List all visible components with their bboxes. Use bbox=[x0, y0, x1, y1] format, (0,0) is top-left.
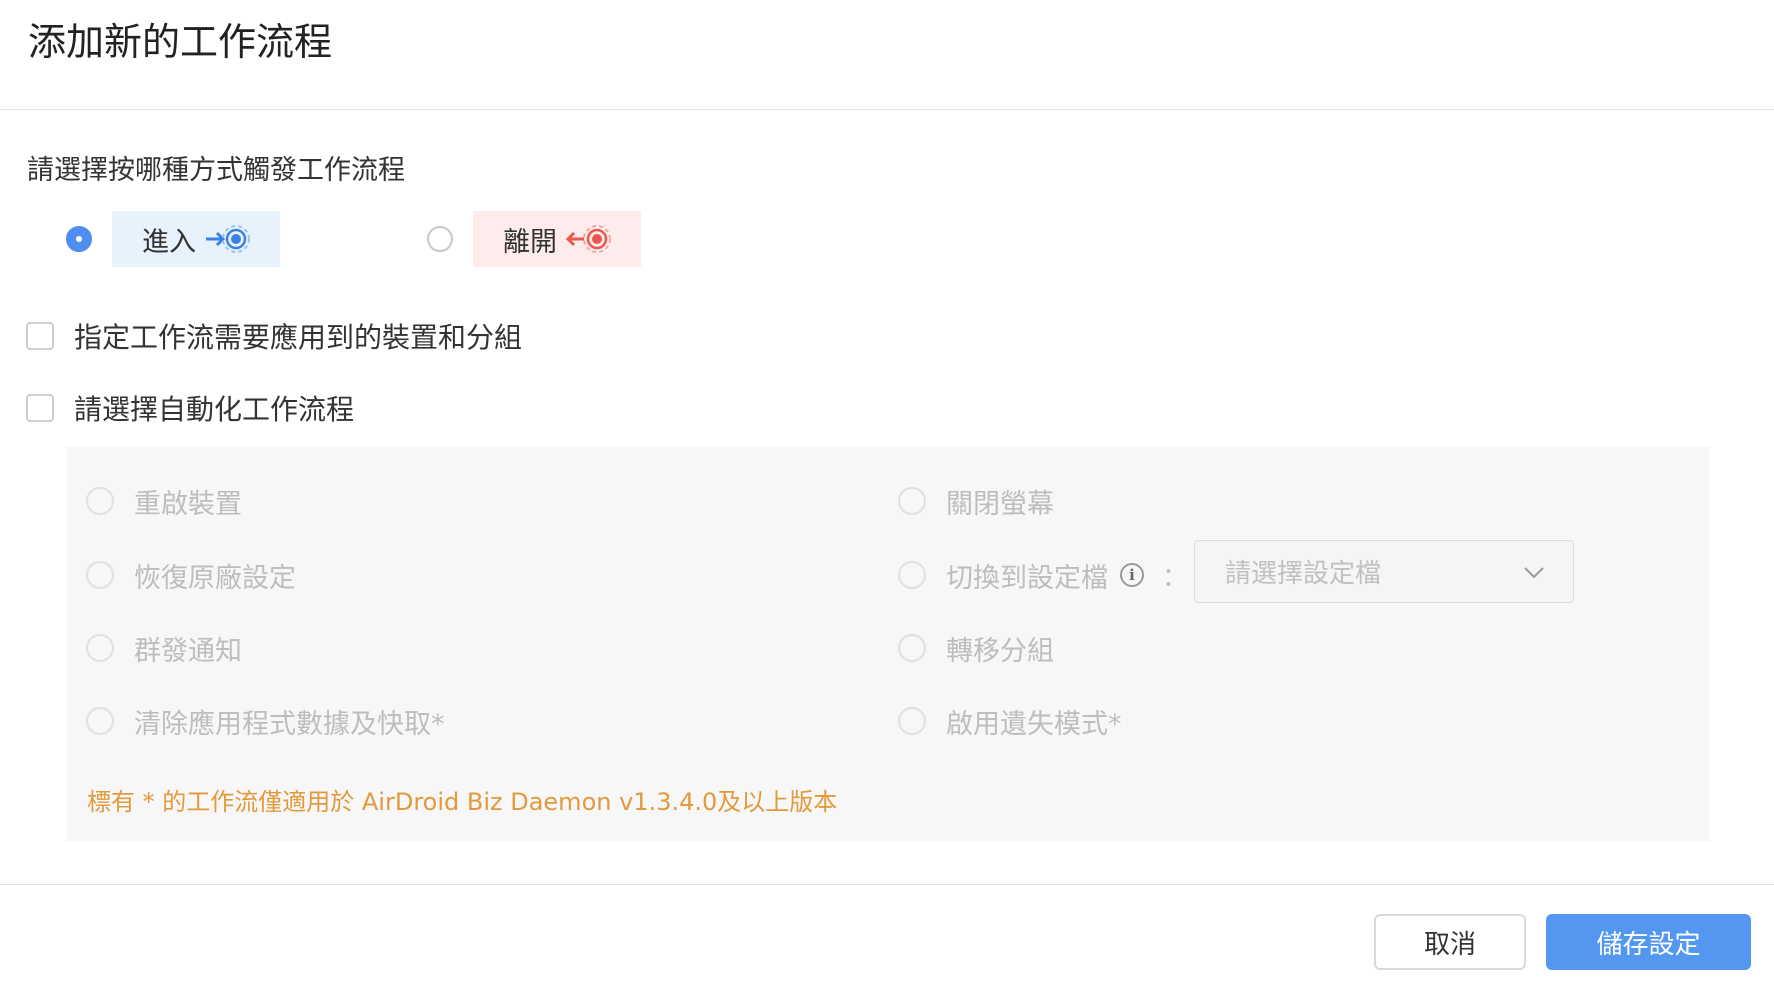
action-reboot-device[interactable]: 重啟裝置 bbox=[86, 481, 242, 521]
save-settings-button[interactable]: 儲存設定 bbox=[1546, 914, 1751, 970]
add-workflow-dialog: 添加新的工作流程 請選擇按哪種方式觸發工作流程 進入 離開 指定工作流需要應用到… bbox=[0, 0, 1774, 994]
action-label: 啟用遺失模式* bbox=[946, 708, 1122, 740]
colon-separator: ： bbox=[1162, 562, 1189, 593]
devices-groups-option[interactable]: 指定工作流需要應用到的裝置和分組 bbox=[26, 316, 522, 356]
automation-option[interactable]: 請選擇自動化工作流程 bbox=[26, 388, 354, 428]
leave-chip[interactable]: 離開 bbox=[473, 211, 641, 267]
chevron-down-icon bbox=[1524, 567, 1544, 579]
trigger-question: 請選擇按哪種方式觸發工作流程 bbox=[27, 155, 405, 186]
action-radio[interactable] bbox=[898, 634, 926, 662]
action-radio[interactable] bbox=[86, 634, 114, 662]
action-switch-profile[interactable]: 切換到設定檔 i ： bbox=[898, 555, 1188, 595]
action-radio[interactable] bbox=[898, 561, 926, 589]
dialog-body: 請選擇按哪種方式觸發工作流程 進入 離開 指定工作流需要應用到的裝置和分組 請選… bbox=[0, 111, 1774, 884]
action-bulk-notification[interactable]: 群發通知 bbox=[86, 628, 242, 668]
action-radio[interactable] bbox=[86, 707, 114, 735]
leave-radio[interactable] bbox=[427, 226, 453, 252]
dialog-header: 添加新的工作流程 bbox=[0, 0, 1774, 110]
action-move-group[interactable]: 轉移分組 bbox=[898, 628, 1054, 668]
action-radio[interactable] bbox=[898, 487, 926, 515]
action-label: 重啟裝置 bbox=[134, 488, 242, 520]
trigger-option-enter[interactable]: 進入 bbox=[66, 211, 280, 267]
action-label: 恢復原廠設定 bbox=[134, 562, 296, 594]
action-label: 清除應用程式數據及快取* bbox=[134, 708, 445, 740]
action-radio[interactable] bbox=[898, 707, 926, 735]
leave-geofence-icon bbox=[565, 225, 611, 253]
devices-groups-label: 指定工作流需要應用到的裝置和分組 bbox=[74, 321, 523, 354]
trigger-option-leave[interactable]: 離開 bbox=[427, 211, 641, 267]
action-label: 轉移分組 bbox=[946, 635, 1054, 667]
action-lost-mode[interactable]: 啟用遺失模式* bbox=[898, 701, 1122, 741]
enter-radio[interactable] bbox=[66, 226, 92, 252]
profile-select-placeholder: 請選擇設定檔 bbox=[1225, 559, 1382, 589]
automation-checkbox[interactable] bbox=[26, 394, 54, 422]
action-radio[interactable] bbox=[86, 561, 114, 589]
action-clear-app-data[interactable]: 清除應用程式數據及快取* bbox=[86, 701, 445, 741]
profile-select[interactable]: 請選擇設定檔 bbox=[1194, 540, 1574, 603]
action-label: 群發通知 bbox=[134, 635, 242, 667]
enter-geofence-icon bbox=[206, 225, 250, 253]
action-label: 切換到設定檔 bbox=[946, 562, 1108, 594]
action-turn-off-screen[interactable]: 關閉螢幕 bbox=[898, 481, 1054, 521]
dialog-footer: 取消 儲存設定 bbox=[0, 884, 1774, 994]
enter-label: 進入 bbox=[142, 226, 196, 258]
leave-label: 離開 bbox=[503, 226, 557, 258]
info-icon[interactable]: i bbox=[1120, 563, 1144, 587]
action-radio[interactable] bbox=[86, 487, 114, 515]
version-note: 標有 * 的工作流僅適用於 AirDroid Biz Daemon v1.3.4… bbox=[87, 788, 838, 816]
action-label: 關閉螢幕 bbox=[946, 488, 1054, 520]
cancel-button[interactable]: 取消 bbox=[1374, 914, 1526, 970]
enter-chip[interactable]: 進入 bbox=[112, 211, 280, 267]
dialog-title: 添加新的工作流程 bbox=[28, 20, 333, 64]
action-factory-reset[interactable]: 恢復原廠設定 bbox=[86, 555, 296, 595]
automation-label: 請選擇自動化工作流程 bbox=[74, 393, 355, 426]
devices-groups-checkbox[interactable] bbox=[26, 322, 54, 350]
automation-actions-panel: 重啟裝置 恢復原廠設定 群發通知 清除應用程式數據及快取* 關閉螢幕 切換到設定… bbox=[66, 447, 1710, 841]
